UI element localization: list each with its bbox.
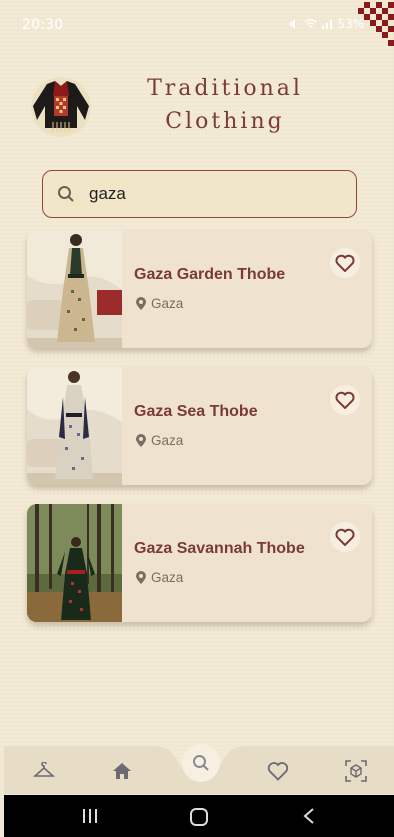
thobe-photo xyxy=(27,230,122,348)
ar-cube-icon xyxy=(345,760,367,782)
system-navigation-bar xyxy=(4,795,394,837)
search-icon xyxy=(43,185,89,203)
card-location-text: Gaza xyxy=(151,433,184,448)
thobe-photo xyxy=(27,367,122,485)
result-card[interactable]: Gaza Garden Thobe Gaza xyxy=(27,230,372,348)
card-location-text: Gaza xyxy=(151,570,184,585)
screen: 20:30 53% Traditional Clothing gaza Gaza… xyxy=(0,0,394,837)
hanger-icon xyxy=(33,762,55,777)
bottom-navigation xyxy=(4,744,394,794)
thobe-photo xyxy=(27,504,122,622)
embroidery-corner-decoration xyxy=(358,2,394,46)
card-location: Gaza xyxy=(136,296,183,311)
card-title: Gaza Garden Thobe xyxy=(134,266,286,283)
card-location-text: Gaza xyxy=(151,296,184,311)
card-title: Gaza Savannah Thobe xyxy=(134,540,305,557)
search-input[interactable] xyxy=(89,184,339,204)
nav-favorites[interactable] xyxy=(266,760,290,782)
location-pin-icon xyxy=(136,297,146,310)
search-icon xyxy=(193,755,209,771)
favorite-button[interactable] xyxy=(330,385,360,415)
heart-icon xyxy=(335,254,355,272)
recent-apps-icon xyxy=(83,809,97,823)
result-card[interactable]: Gaza Sea Thobe Gaza xyxy=(27,367,372,485)
heart-icon xyxy=(267,762,289,781)
favorite-button[interactable] xyxy=(330,522,360,552)
status-time: 20:30 xyxy=(22,17,64,33)
signal-icon xyxy=(322,20,333,29)
back-chevron-icon xyxy=(303,808,314,824)
nav-search[interactable] xyxy=(182,744,220,782)
nav-clothing[interactable] xyxy=(32,760,56,782)
mute-icon xyxy=(290,19,296,29)
home-button[interactable] xyxy=(190,808,208,830)
nav-home[interactable] xyxy=(110,760,134,782)
nav-ar[interactable] xyxy=(344,760,368,782)
page-title: Traditional Clothing xyxy=(135,72,315,138)
home-icon xyxy=(113,763,131,779)
home-circle-icon xyxy=(190,808,208,826)
result-card[interactable]: Gaza Savannah Thobe Gaza xyxy=(27,504,372,622)
recent-apps-button[interactable] xyxy=(82,808,98,828)
location-pin-icon xyxy=(136,434,146,447)
heart-icon xyxy=(335,528,355,546)
card-location: Gaza xyxy=(136,570,183,585)
back-button[interactable] xyxy=(302,808,316,828)
wifi-icon xyxy=(304,19,317,28)
page-title-line1: Traditional xyxy=(147,76,303,101)
card-location: Gaza xyxy=(136,433,183,448)
traditional-jacket-logo xyxy=(31,77,91,137)
location-pin-icon xyxy=(136,571,146,584)
heart-icon xyxy=(335,391,355,409)
page-title-line2: Clothing xyxy=(165,109,285,134)
card-title: Gaza Sea Thobe xyxy=(134,403,258,420)
search-bar[interactable] xyxy=(42,170,357,218)
favorite-button[interactable] xyxy=(330,248,360,278)
